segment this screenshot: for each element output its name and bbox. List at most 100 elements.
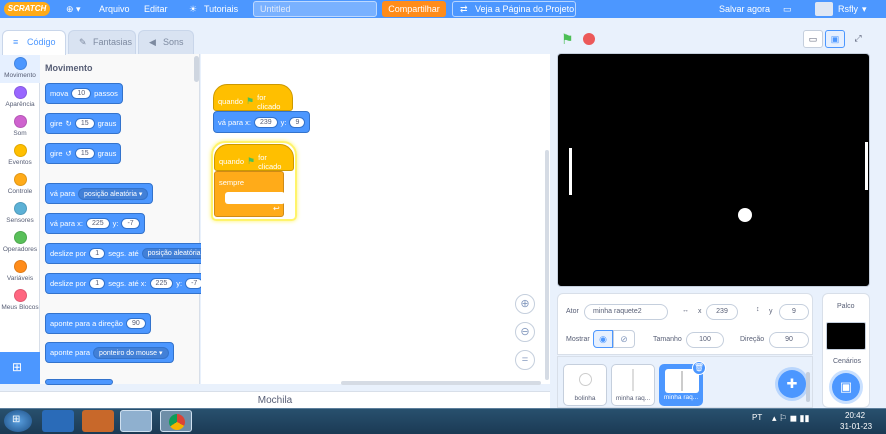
lightbulb-icon: ☀ — [189, 4, 198, 14]
backpack[interactable]: Mochila — [0, 391, 550, 408]
direction-input[interactable]: 90 — [125, 318, 146, 329]
menu-file[interactable]: Arquivo — [99, 0, 130, 18]
category-movimento[interactable]: Movimento — [0, 54, 40, 83]
goto-xy-block[interactable]: vá para x: 239 y: 9 — [213, 111, 311, 133]
show-visible-button[interactable]: ◉ — [593, 330, 613, 348]
direction-input[interactable]: 90 — [769, 332, 809, 348]
eye-icon: ◉ — [599, 334, 607, 344]
chevron-down-icon[interactable]: ▾ — [862, 0, 867, 18]
block-turn-left[interactable]: gire ↺ 15 graus — [45, 143, 122, 164]
block-move-steps[interactable]: mova 10 passos — [45, 83, 123, 104]
language-indicator[interactable]: PT — [752, 413, 762, 422]
y-input[interactable]: 9 — [289, 116, 306, 128]
stop-button[interactable] — [583, 33, 595, 45]
sprite-name-input[interactable]: minha raquete2 — [584, 304, 668, 320]
block-goto-xy[interactable]: vá para x: 225 y: -7 — [45, 213, 145, 234]
menu-bar: SCRATCH ⊕ ▾ Arquivo Editar ☀ Tutoriais U… — [0, 0, 886, 18]
target-dropdown[interactable]: ponteiro do mouse ▾ — [93, 346, 169, 359]
zoom-in-button[interactable]: ⊕ — [515, 294, 535, 314]
globe-icon[interactable]: ⊕ ▾ — [66, 0, 81, 18]
zoom-reset-button[interactable]: = — [515, 350, 535, 370]
sprite-list-scrollbar[interactable] — [806, 372, 810, 402]
target-dropdown[interactable]: posição aleatória — [141, 248, 207, 259]
when-flag-clicked-block[interactable]: quando ⚑ for clicado — [213, 84, 293, 111]
seconds-input[interactable]: 1 — [89, 248, 106, 259]
when-flag-clicked-block[interactable]: quando ⚑ for clicado — [214, 144, 294, 171]
rotate-left-icon: ↺ — [65, 149, 72, 158]
add-extension-button[interactable]: ⊞ — [0, 352, 40, 384]
block-goto-target[interactable]: vá para posição aleatória ▾ — [45, 183, 154, 204]
seconds-input[interactable]: 1 — [89, 278, 106, 289]
block-point-direction[interactable]: aponte para a direção 90 — [45, 313, 151, 334]
tab-costumes[interactable]: ✎ Fantasias — [68, 30, 136, 54]
y-position-input[interactable]: 9 — [779, 304, 809, 320]
menu-tutorials[interactable]: Tutoriais — [204, 0, 238, 18]
category-variaveis[interactable]: Variáveis — [0, 257, 40, 286]
degrees-input[interactable]: 15 — [74, 118, 95, 129]
script-scrollbar-horizontal[interactable] — [341, 381, 541, 385]
chrome-icon[interactable] — [160, 410, 192, 432]
category-som[interactable]: Som — [0, 112, 40, 141]
start-button[interactable]: ⊞ — [4, 410, 32, 432]
category-operadores[interactable]: Operadores — [0, 228, 40, 257]
hide-button[interactable]: ⊘ — [613, 330, 635, 348]
folder-icon[interactable]: ▭ — [783, 0, 792, 18]
script-scrollbar-vertical[interactable] — [545, 150, 549, 380]
block-turn-right[interactable]: gire ↻ 15 graus — [45, 113, 122, 134]
tray-icons[interactable]: ▴ ⚐ ◼ ▮▮ — [772, 413, 809, 424]
sprite-thumb-raquete[interactable]: minha raq... — [611, 364, 655, 406]
category-controle[interactable]: Controle — [0, 170, 40, 199]
tab-sounds[interactable]: ◀ Sons — [138, 30, 194, 54]
delete-sprite-button[interactable]: 🗑 — [692, 361, 706, 375]
block-partial[interactable] — [45, 379, 113, 385]
category-aparencia[interactable]: Aparência — [0, 83, 40, 112]
category-meus-blocos[interactable]: Meus Blocos — [0, 286, 40, 315]
category-eventos[interactable]: Eventos — [0, 141, 40, 170]
x-input[interactable]: 239 — [253, 116, 278, 128]
zoom-out-button[interactable]: ⊖ — [515, 322, 535, 342]
scratch-logo[interactable]: SCRATCH — [4, 2, 50, 16]
avatar[interactable] — [815, 2, 833, 16]
ball — [738, 208, 752, 222]
block-text: sempre — [219, 178, 245, 187]
block-glide-xy[interactable]: deslize por 1 segs. até x: 225 y: -7 — [45, 273, 209, 294]
block-text: for clicado — [258, 152, 282, 171]
degrees-input[interactable]: 15 — [74, 148, 95, 159]
username[interactable]: Rsfly — [838, 0, 858, 18]
zoom-out-icon: ⊖ — [520, 326, 530, 338]
windows-icon: ⊞ — [12, 414, 21, 425]
green-flag-button[interactable]: ⚑ — [561, 31, 574, 48]
project-title-input[interactable]: Untitled — [253, 1, 377, 17]
size-input[interactable]: 100 — [686, 332, 724, 348]
forever-block[interactable]: sempre ↩ — [214, 171, 285, 217]
choose-backdrop-button[interactable]: ▣ — [832, 373, 860, 401]
internet-explorer-icon[interactable] — [42, 410, 74, 432]
x-position-input[interactable]: 239 — [706, 304, 738, 320]
category-sensores[interactable]: Sensores — [0, 199, 40, 228]
block-glide-target[interactable]: deslize por 1 segs. até posição aleatóri… — [45, 243, 212, 264]
see-project-page-button[interactable]: ⇄ Veja a Página do Projeto — [452, 1, 576, 17]
menu-edit[interactable]: Editar — [144, 0, 168, 18]
clock-time[interactable]: 20:42 — [845, 411, 865, 420]
media-player-icon[interactable] — [82, 410, 114, 432]
palette-scrollbar[interactable] — [194, 56, 199, 82]
stage-thumbnail[interactable] — [826, 322, 866, 350]
fullscreen-button[interactable]: ⤢ — [848, 30, 868, 48]
sprite-thumb-bolinha[interactable]: bolinha — [563, 364, 607, 406]
choose-sprite-button[interactable]: ✚ — [778, 370, 806, 398]
size-label: Tamanho — [653, 336, 682, 343]
steps-input[interactable]: 10 — [71, 88, 92, 99]
clock-date[interactable]: 31-01-23 — [840, 422, 872, 431]
file-explorer-icon[interactable] — [120, 410, 152, 432]
tab-code[interactable]: ≡ Código — [2, 30, 66, 55]
save-now-button[interactable]: Salvar agora — [719, 0, 770, 18]
block-point-towards[interactable]: aponte para ponteiro do mouse ▾ — [45, 342, 174, 363]
target-dropdown[interactable]: posição aleatória ▾ — [78, 187, 149, 200]
normal-stage-button[interactable]: ▣ — [825, 30, 845, 48]
stage[interactable] — [557, 53, 870, 287]
share-button[interactable]: Compartilhar — [382, 1, 446, 17]
x-input[interactable]: 225 — [149, 278, 174, 289]
x-input[interactable]: 225 — [85, 218, 110, 229]
small-stage-button[interactable]: ▭ — [803, 30, 823, 48]
y-input[interactable]: -7 — [121, 218, 140, 229]
